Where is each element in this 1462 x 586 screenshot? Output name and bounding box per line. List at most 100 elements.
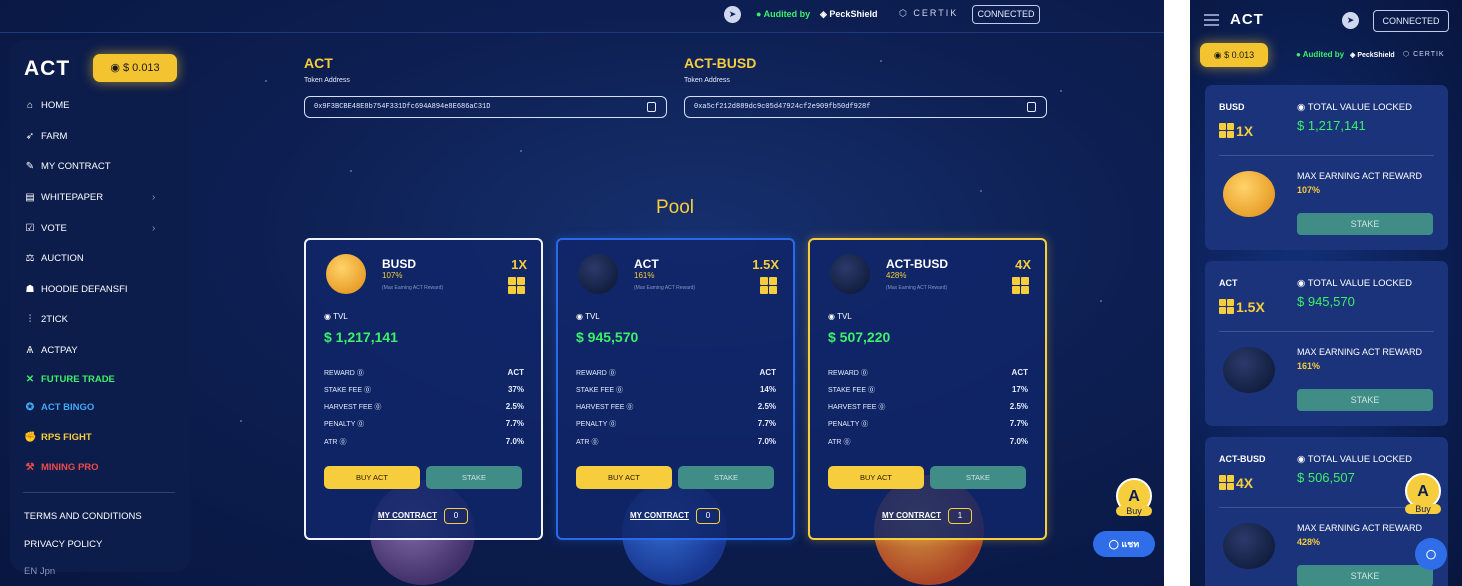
my-contract-link[interactable]: MY CONTRACT (378, 511, 437, 520)
token-actbusd-title: ACT-BUSD (684, 55, 757, 71)
mobile-logo[interactable]: ACT (1230, 11, 1264, 28)
mobile-stake-button[interactable]: STAKE (1297, 565, 1433, 586)
sidebar-item-act-bingo[interactable]: ✪ ACT BINGO (24, 400, 95, 414)
mobile-max-label: MAX EARNING ACT REWARD (1297, 171, 1423, 181)
language-switch[interactable]: EN Jpn (24, 564, 55, 578)
sidebar-item-label: HOME (41, 99, 70, 111)
sidebar-item-hoodie-defansfi[interactable]: ☗ HOODIE DEFANSFI (24, 282, 128, 296)
sidebar-item-auction[interactable]: ⚖ AUCTION (24, 251, 84, 265)
chevron-right-icon: › (152, 191, 156, 203)
mobile-stake-button[interactable]: STAKE (1297, 213, 1433, 235)
tvl-value: $ 1,217,141 (324, 329, 398, 345)
sidebar-item-future-trade[interactable]: ✕ FUTURE TRADE (24, 372, 115, 386)
buy-act-button[interactable]: BUY ACT (576, 466, 672, 489)
mobile-pool-name: ACT-BUSD (1219, 454, 1266, 464)
mobile-tvl-value: $ 1,217,141 (1297, 118, 1366, 133)
rocket-icon: ➶ (25, 130, 35, 142)
terms-link[interactable]: TERMS AND CONDITIONS (24, 509, 142, 523)
help-icon[interactable]: ⓪ (357, 421, 364, 428)
top-bar: ➤ ● Audited by ◈ PeckShield ⬡ CERTIK CON… (0, 0, 1164, 33)
sidebar-item-label: WHITEPAPER (41, 191, 104, 203)
binance-icon (1012, 277, 1029, 294)
mobile-connected-button[interactable]: CONNECTED (1373, 10, 1449, 32)
buy-act-button[interactable]: BUY ACT (324, 466, 420, 489)
sidebar-item-farm[interactable]: ➶ FARM (24, 129, 68, 143)
token-act-title: ACT (304, 55, 333, 71)
pool-max-note: (Max Earning ACT Reward) (382, 285, 444, 291)
mobile-max-label: MAX EARNING ACT REWARD (1297, 523, 1423, 533)
help-icon[interactable]: ⓪ (626, 404, 633, 411)
sidebar-item-vote[interactable]: ☑ VOTE › (24, 221, 156, 235)
help-icon[interactable]: ⓪ (364, 387, 371, 394)
stake-button[interactable]: STAKE (678, 466, 774, 489)
buy-act-button[interactable]: BUY ACT (828, 466, 924, 489)
buy-float-button[interactable]: Buy (1116, 506, 1152, 516)
telegram-icon[interactable]: ➤ (1342, 12, 1359, 29)
help-icon[interactable]: ⓪ (843, 439, 850, 446)
help-icon[interactable]: ⓪ (357, 370, 364, 377)
my-contract-link[interactable]: MY CONTRACT (630, 511, 689, 520)
separator (1164, 0, 1190, 586)
desktop-view: ➤ ● Audited by ◈ PeckShield ⬡ CERTIK CON… (0, 0, 1164, 586)
mobile-max-pct: 428% (1297, 537, 1321, 547)
mobile-stake-button[interactable]: STAKE (1297, 389, 1433, 411)
sidebar: ACT ◉ $ 0.013 ⌂ HOME ➶ FARM ✎ MY CONTRACT ▤ WHI… (10, 40, 190, 577)
pool-multiplier: 1.5X (752, 257, 779, 272)
help-icon[interactable]: ⓪ (374, 404, 381, 411)
help-icon[interactable]: ⓪ (339, 439, 346, 446)
binance-icon (508, 277, 525, 294)
sidebar-item-mining-pro[interactable]: ⚒ MINING PRO (24, 460, 99, 474)
connected-button[interactable]: CONNECTED (972, 5, 1040, 24)
stake-button[interactable]: STAKE (930, 466, 1026, 489)
help-icon[interactable]: ⓪ (616, 387, 623, 394)
sidebar-item-rps-fight[interactable]: ✊ RPS FIGHT (24, 430, 92, 444)
help-icon[interactable]: ⓪ (591, 439, 598, 446)
mobile-pool-card: ACT 1.5X ◉ TOTAL VALUE LOCKED $ 945,570 … (1205, 261, 1448, 426)
book-icon: ▤ (25, 191, 35, 203)
help-icon[interactable]: ⓪ (861, 370, 868, 377)
copy-icon[interactable] (647, 102, 656, 112)
pool-card-act: ACT 161% (Max Earning ACT Reward) 1.5X ◉… (556, 238, 795, 540)
my-contract-link[interactable]: MY CONTRACT (882, 511, 941, 520)
mobile-multiplier: 1.5X (1236, 299, 1265, 315)
pool-row: HARVEST FEE ⓪ 2.5% (324, 402, 524, 411)
sidebar-item-label: FARM (41, 130, 68, 142)
pool-row: ATR ⓪ 7.0% (324, 437, 524, 446)
pool-card-act-busd: ACT-BUSD 428% (Max Earning ACT Reward) 4… (808, 238, 1047, 540)
help-icon[interactable]: ⓪ (878, 404, 885, 411)
peckshield-logo: ◈ PeckShield (820, 9, 878, 19)
pool-row: STAKE FEE ⓪ 14% (576, 385, 776, 394)
mining-icon: ⚒ (25, 461, 35, 473)
mobile-pool-name: ACT (1219, 278, 1238, 288)
stake-button[interactable]: STAKE (426, 466, 522, 489)
busd-coin-icon (326, 254, 366, 294)
future-trade-icon: ✕ (25, 373, 35, 385)
sidebar-item-2tick[interactable]: ⫶ 2TICK (24, 312, 68, 326)
sidebar-item-whitepaper[interactable]: ▤ WHITEPAPER › (24, 190, 155, 204)
act-coin-icon (1223, 523, 1275, 569)
binance-icon (760, 277, 777, 294)
help-icon[interactable]: ⓪ (609, 421, 616, 428)
sidebar-item-my-contract[interactable]: ✎ MY CONTRACT (24, 159, 111, 173)
sidebar-item-home[interactable]: ⌂ HOME (24, 98, 70, 112)
actbusd-address-field[interactable]: 0xa5cf212d889dc9c05d47924cf2e909fb50df92… (684, 96, 1047, 118)
mobile-chat-icon[interactable]: ◯ (1415, 538, 1447, 570)
act-logo[interactable]: ACT (24, 57, 70, 81)
binance-icon (1219, 475, 1234, 490)
telegram-icon[interactable]: ➤ (724, 6, 741, 23)
privacy-link[interactable]: PRIVACY POLICY (24, 537, 102, 551)
help-icon[interactable]: ⓪ (861, 421, 868, 428)
mobile-buy-button[interactable]: Buy (1405, 504, 1441, 514)
2tick-icon: ⫶ (28, 313, 32, 325)
help-icon[interactable]: ⓪ (609, 370, 616, 377)
copy-icon[interactable] (1027, 102, 1036, 112)
help-icon[interactable]: ⓪ (868, 387, 875, 394)
sidebar-item-label: HOODIE DEFANSFI (41, 283, 128, 295)
chat-button[interactable]: ◯ แชท (1093, 531, 1155, 557)
act-address-field[interactable]: 0x9F3BCBE48E8b754F331Dfc694A894e8E686aC3… (304, 96, 667, 118)
pool-multiplier: 4X (1015, 257, 1031, 272)
sidebar-item-label: MINING PRO (41, 461, 99, 473)
sidebar-item-label: VOTE (41, 222, 67, 234)
menu-icon[interactable] (1204, 14, 1219, 26)
sidebar-item-actpay[interactable]: Ѧ ACTPAY (24, 343, 78, 357)
